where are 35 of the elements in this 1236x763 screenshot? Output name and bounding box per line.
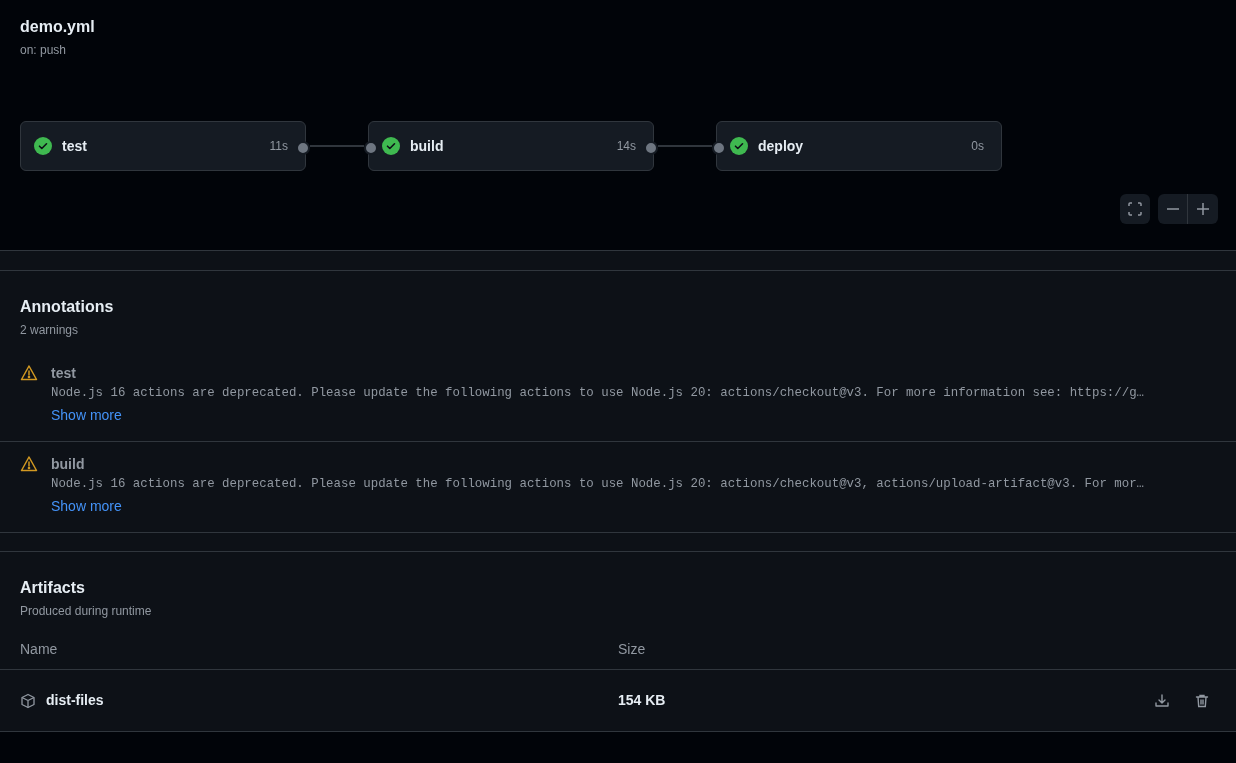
fullscreen-icon xyxy=(1127,201,1143,217)
workflow-title: demo.yml xyxy=(20,17,96,37)
job-duration: 0s xyxy=(971,138,984,155)
show-more-link[interactable]: Show more xyxy=(51,405,122,425)
warning-icon xyxy=(20,364,38,382)
annotation-message: Node.js 16 actions are deprecated. Please update the following actions to use Node.js 20: actions/checkout@v3, actions/upload-artifact@v3. For mor… xyxy=(51,476,1145,493)
job-duration: 11s xyxy=(269,138,288,155)
download-icon xyxy=(1154,692,1170,709)
job-name: build xyxy=(410,136,444,156)
connector-line xyxy=(310,145,364,147)
warning-icon xyxy=(20,455,38,473)
section-title: Annotations xyxy=(20,297,115,317)
annotation-message: Node.js 16 actions are deprecated. Please update the following actions to use Node.js 20: actions/checkout@v3. For more information see: https://g… xyxy=(51,385,1145,402)
column-header: Size xyxy=(618,640,647,659)
annotation-title: test xyxy=(51,364,77,383)
column-header: Name xyxy=(20,640,59,659)
fullscreen-button[interactable] xyxy=(1120,194,1150,224)
job-name: deploy xyxy=(758,136,804,156)
plus-icon xyxy=(1196,202,1210,216)
connector-line xyxy=(658,145,712,147)
success-check-icon xyxy=(382,137,400,155)
workflow-trigger: on: push xyxy=(20,42,68,59)
package-icon xyxy=(20,692,36,709)
artifact-size: 154 KB xyxy=(618,691,667,710)
section-title: Artifacts xyxy=(20,578,86,598)
annotation-title: build xyxy=(51,455,86,474)
success-check-icon xyxy=(34,137,52,155)
section-subtitle: 2 warnings xyxy=(20,322,80,339)
job-name: test xyxy=(62,136,87,156)
trash-icon xyxy=(1194,692,1210,709)
job-duration: 14s xyxy=(616,138,636,155)
artifact-name[interactable]: dist-files xyxy=(46,690,104,711)
section-subtitle: Produced during runtime xyxy=(20,603,153,620)
success-check-icon xyxy=(730,137,748,155)
show-more-link[interactable]: Show more xyxy=(51,496,122,516)
